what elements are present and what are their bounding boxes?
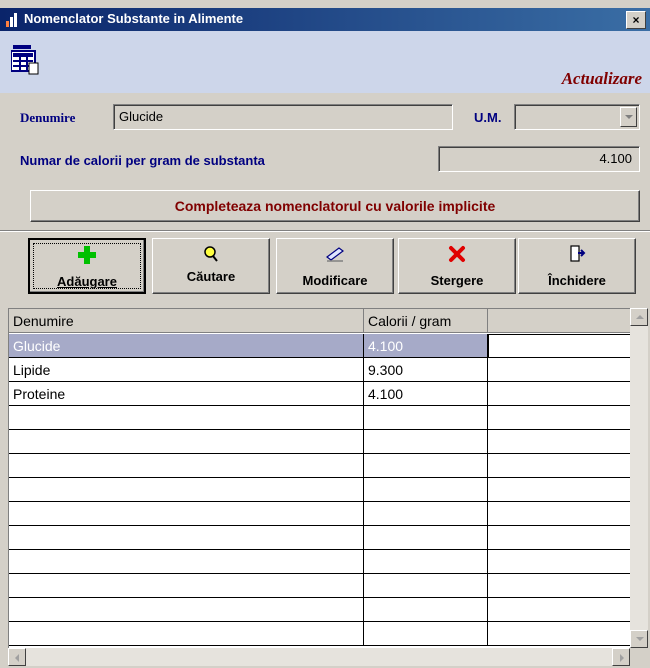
- empty-row[interactable]: [9, 574, 631, 598]
- name-field[interactable]: Glucide: [113, 104, 453, 130]
- delete-icon: [399, 245, 515, 263]
- column-header-name[interactable]: Denumire: [9, 309, 364, 333]
- vertical-scrollbar[interactable]: [630, 308, 648, 648]
- scroll-up-icon[interactable]: [630, 308, 648, 326]
- cell-calories: [364, 502, 488, 526]
- cell-calories: [364, 430, 488, 454]
- cell-calories: [364, 406, 488, 430]
- edit-button[interactable]: Modificare: [276, 238, 394, 294]
- plus-icon: [30, 246, 144, 264]
- search-button[interactable]: Căutare: [152, 238, 270, 294]
- close-form-button-label: Închidere: [548, 273, 606, 288]
- cell-name: [9, 502, 364, 526]
- cell-name: [9, 478, 364, 502]
- app-window: Nomenclator Substante in Alimente × Actu…: [0, 0, 650, 668]
- empty-row[interactable]: [9, 526, 631, 550]
- cell-extra: [488, 454, 631, 478]
- bar-chart-icon: [6, 13, 20, 27]
- fill-defaults-button[interactable]: Completeaza nomenclatorul cu valorile im…: [30, 190, 640, 222]
- close-button[interactable]: ×: [626, 11, 646, 29]
- table-row[interactable]: Proteine 4.100: [9, 382, 631, 406]
- name-label: Denumire: [20, 110, 76, 125]
- empty-row[interactable]: [9, 502, 631, 526]
- empty-row[interactable]: [9, 478, 631, 502]
- cell-name: [9, 430, 364, 454]
- cell-name: [9, 454, 364, 478]
- scroll-left-icon[interactable]: [8, 648, 26, 666]
- search-button-label: Căutare: [186, 269, 236, 284]
- mode-label: Actualizare: [561, 69, 642, 88]
- delete-button[interactable]: Stergere: [398, 238, 516, 294]
- cell-name: [9, 550, 364, 574]
- um-label: U.M.: [474, 110, 502, 125]
- cell-calories: 4.100: [364, 334, 488, 358]
- edit-button-label: Modificare: [302, 273, 368, 288]
- empty-row[interactable]: [9, 430, 631, 454]
- cell-extra: [488, 478, 631, 502]
- empty-row[interactable]: [9, 406, 631, 430]
- cell-calories: [364, 550, 488, 574]
- cell-name: [9, 622, 364, 646]
- um-select[interactable]: [514, 104, 640, 130]
- edit-icon: [277, 245, 393, 263]
- cell-extra: [488, 526, 631, 550]
- header-band: Actualizare: [0, 31, 650, 93]
- table-row[interactable]: Lipide 9.300: [9, 358, 631, 382]
- cell-name: [9, 598, 364, 622]
- cell-extra: [488, 622, 631, 646]
- empty-row[interactable]: [9, 550, 631, 574]
- cell-calories: [364, 574, 488, 598]
- toolbar-separator: [0, 230, 650, 232]
- cell-extra: [488, 502, 631, 526]
- column-header-extra[interactable]: [488, 309, 631, 333]
- calories-field[interactable]: 4.100: [438, 146, 640, 172]
- chevron-down-icon[interactable]: [620, 107, 637, 127]
- cell-calories: [364, 598, 488, 622]
- column-header-calories[interactable]: Calorii / gram: [364, 309, 488, 333]
- cell-calories: [364, 622, 488, 646]
- cell-name: [9, 574, 364, 598]
- cell-extra: [488, 382, 631, 406]
- cell-name: Glucide: [9, 334, 364, 358]
- cell-extra: [488, 598, 631, 622]
- add-button[interactable]: Adăugare: [28, 238, 146, 294]
- magnifier-icon: [153, 245, 269, 263]
- add-button-label: Adăugare: [57, 274, 117, 289]
- cell-extra: [488, 550, 631, 574]
- cell-extra: [488, 334, 631, 358]
- empty-row[interactable]: [9, 622, 631, 646]
- cell-calories: [364, 478, 488, 502]
- cell-name: [9, 406, 364, 430]
- scroll-down-icon[interactable]: [630, 630, 648, 648]
- cell-extra: [488, 358, 631, 382]
- grid-header: Denumire Calorii / gram: [9, 309, 631, 333]
- scroll-right-icon[interactable]: [612, 648, 630, 666]
- cell-extra: [488, 406, 631, 430]
- empty-row[interactable]: [9, 598, 631, 622]
- empty-row[interactable]: [9, 454, 631, 478]
- substances-grid[interactable]: Denumire Calorii / gram Glucide 4.100 Li…: [8, 308, 632, 650]
- cell-calories: 4.100: [364, 382, 488, 406]
- cell-calories: [364, 454, 488, 478]
- close-form-button[interactable]: Închidere: [518, 238, 636, 294]
- cell-name: [9, 526, 364, 550]
- cell-extra: [488, 574, 631, 598]
- table-row[interactable]: Glucide 4.100: [9, 334, 631, 358]
- cell-name: Proteine: [9, 382, 364, 406]
- cell-name: Lipide: [9, 358, 364, 382]
- cell-extra: [488, 430, 631, 454]
- delete-button-label: Stergere: [430, 273, 484, 288]
- exit-door-icon: [519, 245, 635, 263]
- horizontal-scrollbar[interactable]: [8, 648, 630, 666]
- scrollbar-corner: [630, 648, 648, 666]
- cell-calories: 9.300: [364, 358, 488, 382]
- cell-calories: [364, 526, 488, 550]
- table-form-icon: [10, 45, 39, 75]
- title-bar[interactable]: Nomenclator Substante in Alimente ×: [0, 8, 650, 31]
- window-title: Nomenclator Substante in Alimente: [24, 11, 244, 26]
- calories-label: Numar de calorii per gram de substanta: [20, 153, 265, 168]
